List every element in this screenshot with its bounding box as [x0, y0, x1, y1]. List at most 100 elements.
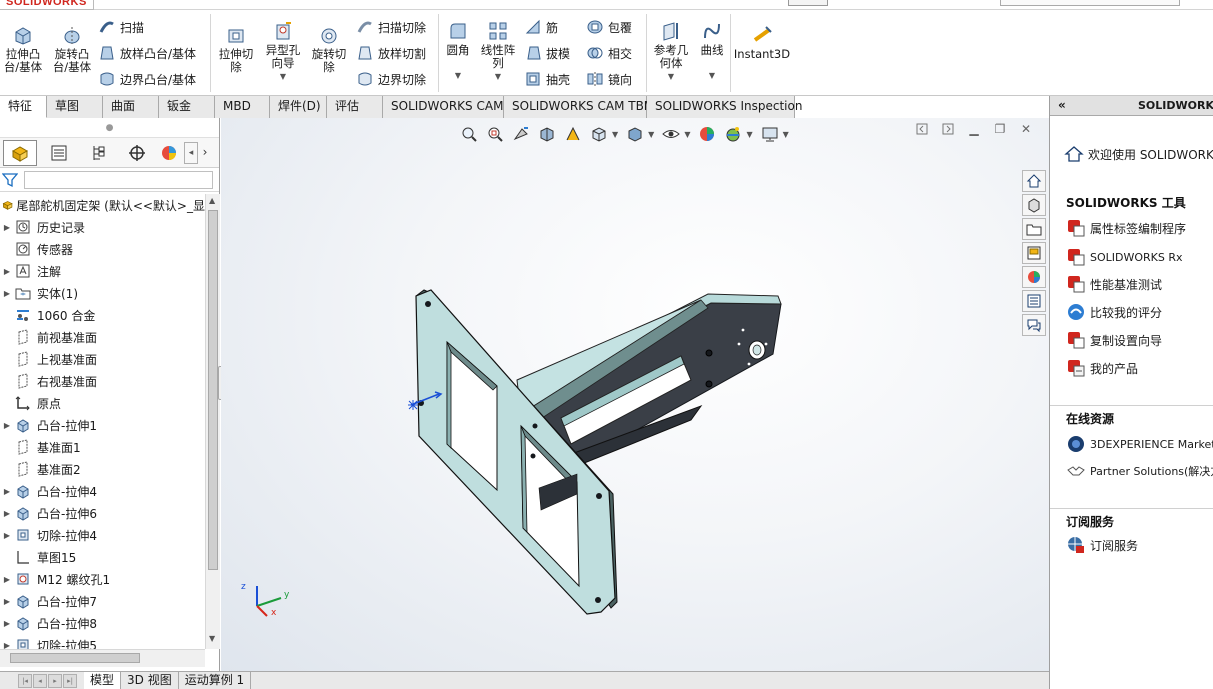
sweep-button[interactable]: 扫描 [98, 17, 144, 37]
revolve-cut-button[interactable]: 旋转切 除 [308, 24, 350, 74]
tool-item-performance-benchmark[interactable]: 性能基准测试 [1066, 274, 1162, 294]
tree-vertical-scroll-thumb[interactable] [208, 210, 218, 570]
hole-wizard-caret-icon[interactable]: ▼ [280, 70, 286, 83]
hole-wizard-button[interactable]: 异型孔 向导 ▼ [262, 20, 304, 83]
tree-filter-input[interactable] [24, 170, 213, 189]
tab-solidworks-inspection[interactable]: SOLIDWORKS Inspection [647, 96, 802, 118]
linear-pattern-caret-icon[interactable]: ▼ [495, 70, 501, 83]
tree-node[interactable]: ▶ M12 螺纹孔1 [0, 568, 205, 590]
tab-forum[interactable] [1022, 314, 1046, 336]
expand-arrow-icon[interactable]: ▶ [0, 421, 14, 430]
tree-node[interactable]: ▶ 凸台-拉伸7 [0, 590, 205, 612]
tab-display-manager[interactable] [159, 140, 179, 166]
tree-node[interactable]: 上视基准面 [0, 348, 205, 370]
tab-solidworks-cam[interactable]: SOLIDWORKS CAM [383, 96, 504, 118]
wrap-button[interactable]: 包覆 [586, 17, 632, 37]
tab-configuration-manager[interactable] [81, 140, 115, 166]
tab-appearances[interactable] [1022, 266, 1046, 288]
tree-node[interactable]: ▶ 凸台-拉伸4 [0, 480, 205, 502]
tree-node[interactable]: ▶ 凸台-拉伸6 [0, 502, 205, 524]
graphics-area[interactable]: ▼ ▼ ▼ ▼ ▼ ▁ ❐ ✕ z y x [221, 118, 1049, 671]
welcome-link[interactable]: 欢迎使用 SOLIDWORKS [1064, 144, 1213, 164]
tree-node[interactable]: 基准面2 [0, 458, 205, 480]
tab-features[interactable]: 特征 [0, 96, 47, 118]
tab-evaluate[interactable]: 评估 [327, 96, 383, 118]
loft-boss-button[interactable]: 放样凸台/基体 [98, 43, 196, 63]
curves-button[interactable]: 曲线 ▼ [696, 20, 728, 82]
tree-node[interactable]: 原点 [0, 392, 205, 414]
tree-node[interactable]: 传感器 [0, 238, 205, 260]
swept-cut-button[interactable]: 扫描切除 [356, 17, 426, 37]
shell-button[interactable]: 抽壳 [524, 69, 570, 89]
panel-grip-handle[interactable]: ● [0, 118, 219, 138]
tool-item-my-products[interactable]: 我的产品 [1066, 358, 1138, 378]
tree-node[interactable]: ▶ 切除-拉伸5 [0, 634, 205, 649]
tab-dimxpert-manager[interactable] [120, 140, 154, 166]
tab-custom-properties[interactable] [1022, 290, 1046, 312]
reference-geometry-caret-icon[interactable]: ▼ [668, 70, 674, 83]
tabs-scroll-left-icon[interactable]: ◂ [184, 141, 198, 164]
linear-pattern-button[interactable]: 线性阵 列 ▼ [478, 20, 518, 83]
tab-sketch[interactable]: 草图 [47, 96, 103, 118]
tree-root-part[interactable]: 尾部舵机固定架 (默认<<默认>_显 [0, 194, 205, 216]
tab-model[interactable]: 模型 [84, 672, 122, 689]
expand-arrow-icon[interactable]: ▶ [0, 267, 14, 276]
fillet-button[interactable]: 圆角 ▼ [442, 20, 474, 82]
first-tab-icon[interactable]: |◂ [18, 673, 32, 688]
tree-node[interactable]: ▶ 注解 [0, 260, 205, 282]
scroll-down-icon[interactable]: ▼ [209, 634, 215, 643]
tab-view-palette[interactable] [1022, 242, 1046, 264]
tree-node[interactable]: ▶ 凸台-拉伸1 [0, 414, 205, 436]
expand-arrow-icon[interactable]: ▶ [0, 487, 14, 496]
online-item-3dexperience-marketplace[interactable]: 3DEXPERIENCE Marketpl [1066, 434, 1213, 454]
tree-node[interactable]: 草图15 [0, 546, 205, 568]
tree-node[interactable]: 前视基准面 [0, 326, 205, 348]
tree-node[interactable]: 右视基准面 [0, 370, 205, 392]
collapse-chevron-icon[interactable]: « [1058, 96, 1066, 115]
expand-arrow-icon[interactable]: ▶ [0, 531, 14, 540]
reference-geometry-button[interactable]: 参考几 何体 ▼ [650, 20, 692, 83]
expand-arrow-icon[interactable]: ▶ [0, 509, 14, 518]
tab-solidworks-cam-tbm[interactable]: SOLIDWORKS CAM TBM [504, 96, 654, 118]
tree-node[interactable]: ▶ 凸台-拉伸8 [0, 612, 205, 634]
tool-item-compare-score[interactable]: 比较我的评分 [1066, 302, 1162, 322]
boundary-boss-button[interactable]: 边界凸台/基体 [98, 69, 196, 89]
title-search-box[interactable] [1000, 0, 1180, 6]
tabs-scroll-right-icon[interactable]: › [198, 142, 212, 164]
tool-item-solidworks-rx[interactable]: SOLIDWORKS Rx [1066, 247, 1183, 267]
tab-3d-views[interactable]: 3D 视图 [121, 672, 179, 689]
next-tab-icon[interactable]: ▸ [48, 673, 62, 688]
instant3d-button[interactable]: Instant3D [734, 24, 790, 61]
tree-node[interactable]: 基准面1 [0, 436, 205, 458]
extrude-cut-button[interactable]: 拉伸切 除 [216, 24, 256, 74]
subscription-item[interactable]: 订阅服务 [1066, 535, 1138, 555]
tab-property-manager[interactable] [42, 140, 76, 166]
tab-feature-manager[interactable] [3, 139, 37, 166]
tool-item-property-tab-builder[interactable]: 属性标签编制程序 [1066, 218, 1186, 238]
fillet-caret-icon[interactable]: ▼ [455, 69, 461, 82]
tab-sheet-metal[interactable]: 钣金 [159, 96, 215, 118]
tree-horizontal-scrollbar[interactable] [0, 649, 205, 667]
extrude-boss-button[interactable]: 拉伸凸 台/基体 [2, 24, 44, 74]
tool-item-copy-settings-wizard[interactable]: 复制设置向导 [1066, 330, 1162, 350]
tab-surfaces[interactable]: 曲面 [103, 96, 159, 118]
revolve-boss-button[interactable]: 旋转凸 台/基体 [50, 24, 94, 74]
curves-caret-icon[interactable]: ▼ [709, 69, 715, 82]
tab-motion-study-1[interactable]: 运动算例 1 [179, 672, 252, 689]
expand-arrow-icon[interactable]: ▶ [0, 597, 14, 606]
tree-node[interactable]: ▶ 切除-拉伸4 [0, 524, 205, 546]
expand-arrow-icon[interactable]: ▶ [0, 641, 14, 650]
intersect-button[interactable]: 相交 [586, 43, 632, 63]
expand-arrow-icon[interactable]: ▶ [0, 575, 14, 584]
last-tab-icon[interactable]: ▸| [63, 673, 77, 688]
tab-solidworks-resources[interactable] [1022, 170, 1046, 192]
tab-weldments[interactable]: 焊件(D) [270, 96, 327, 118]
expand-arrow-icon[interactable]: ▶ [0, 289, 14, 298]
lofted-cut-button[interactable]: 放样切割 [356, 43, 426, 63]
part-model-3d[interactable] [221, 118, 1049, 671]
tree-vertical-scrollbar[interactable]: ▲ ▼ [205, 194, 220, 649]
title-toolbar-widget[interactable] [788, 0, 828, 6]
tree-node[interactable]: ▶ 历史记录 [0, 216, 205, 238]
tree-node[interactable]: ▶ 实体(1) [0, 282, 205, 304]
filter-icon[interactable] [2, 172, 18, 188]
